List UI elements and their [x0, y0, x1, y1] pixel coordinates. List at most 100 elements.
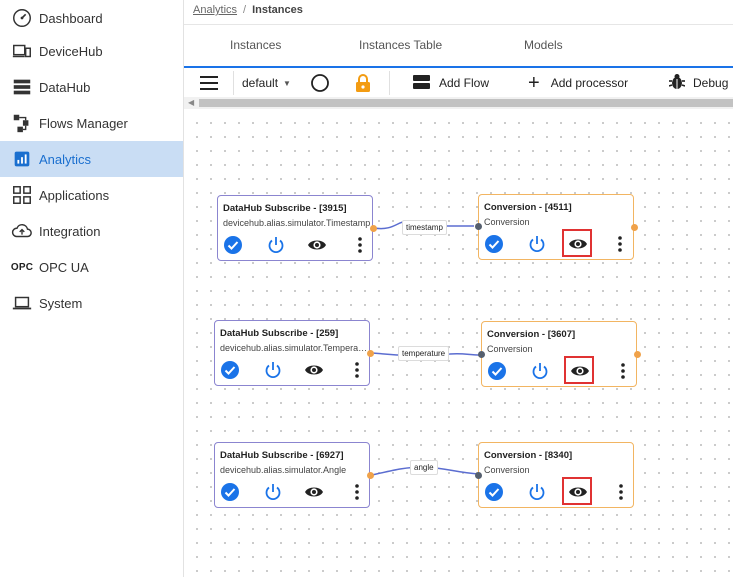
database-icon: [11, 76, 33, 98]
connection-label: temperature: [398, 346, 450, 361]
node-title: DataHub Subscribe - [259]: [220, 328, 339, 339]
sidebar-item-label: Applications: [39, 187, 110, 203]
sidebar-item-dashboard[interactable]: Dashboard: [0, 0, 183, 36]
input-port[interactable]: [478, 351, 485, 358]
more-vert-icon[interactable]: [610, 481, 632, 503]
sidebar: Dashboard DeviceHub DataHub Flows Manage…: [0, 0, 184, 577]
node-subtitle: devicehub.alias.simulator.Angle: [220, 465, 347, 475]
plus-icon: +: [528, 72, 540, 94]
sidebar-item-label: DataHub: [39, 79, 91, 95]
flow-select-value: default: [242, 76, 279, 90]
sidebar-item-label: Integration: [39, 223, 101, 239]
sidebar-item-flows-manager[interactable]: Flows Manager: [0, 105, 183, 141]
eye-icon[interactable]: [303, 481, 325, 503]
debug-button[interactable]: Debug: [668, 68, 728, 98]
bug-icon: [668, 73, 686, 93]
more-vert-icon[interactable]: [346, 359, 368, 381]
check-icon[interactable]: [219, 481, 241, 503]
eye-icon-highlight: [562, 229, 592, 257]
power-icon[interactable]: [262, 359, 284, 381]
sidebar-item-analytics[interactable]: Analytics: [0, 141, 183, 177]
eye-icon[interactable]: [303, 359, 325, 381]
breadcrumb-current: Instances: [252, 4, 303, 16]
sidebar-item-label: Analytics: [39, 151, 92, 167]
sidebar-item-label: DeviceHub: [39, 43, 103, 59]
scroll-left-icon[interactable]: ◀: [188, 98, 194, 107]
node-subtitle: devicehub.alias.simulator.Timestamp: [223, 218, 371, 228]
flow-icon: [11, 112, 33, 134]
node-subtitle: Conversion: [484, 465, 530, 475]
speedometer-icon: [11, 7, 33, 29]
toolbar: default ▼ Add Flow + Add processor Debug: [184, 66, 733, 98]
caret-down-icon: ▼: [283, 78, 291, 88]
node-title: DataHub Subscribe - [6927]: [220, 450, 344, 461]
power-icon[interactable]: [529, 360, 551, 382]
add-flow-button[interactable]: Add Flow: [413, 68, 489, 98]
cloud-upload-icon: [11, 220, 33, 242]
power-icon[interactable]: [262, 481, 284, 503]
sidebar-item-label: Dashboard: [39, 10, 103, 26]
check-icon[interactable]: [483, 233, 505, 255]
eye-icon[interactable]: [306, 234, 328, 256]
power-icon[interactable]: [265, 234, 287, 256]
analytics-icon: [11, 148, 33, 170]
sidebar-item-devicehub[interactable]: DeviceHub: [0, 33, 183, 69]
add-processor-button[interactable]: + Add processor: [528, 68, 628, 98]
main-panel: Analytics / Instances Instances Instances …: [184, 0, 733, 577]
input-port[interactable]: [475, 472, 482, 479]
check-icon[interactable]: [483, 481, 505, 503]
toolbar-divider: [389, 71, 390, 95]
check-icon[interactable]: [219, 359, 241, 381]
more-vert-icon[interactable]: [609, 233, 631, 255]
input-port[interactable]: [475, 223, 482, 230]
scrollbar-thumb[interactable]: [199, 99, 733, 107]
add-flow-label: Add Flow: [439, 76, 490, 90]
devices-icon: [11, 40, 33, 62]
sidebar-item-applications[interactable]: Applications: [0, 177, 183, 213]
output-port[interactable]: [370, 225, 377, 232]
menu-icon[interactable]: [200, 68, 218, 98]
sidebar-item-datahub[interactable]: DataHub: [0, 69, 183, 105]
sidebar-item-label: OPC UA: [39, 259, 89, 275]
node-title: Conversion - [8340]: [484, 450, 573, 461]
power-icon[interactable]: [526, 233, 548, 255]
circle-toggle-icon[interactable]: [310, 68, 330, 98]
node-title: Conversion - [4511]: [484, 202, 572, 213]
lock-icon[interactable]: [355, 68, 371, 98]
datahub-subscribe-node[interactable]: DataHub Subscribe - [6927] devicehub.ali…: [214, 442, 374, 508]
check-icon[interactable]: [222, 234, 244, 256]
power-icon[interactable]: [526, 481, 548, 503]
laptop-icon: [11, 292, 33, 314]
flow-select[interactable]: default ▼: [242, 68, 291, 98]
header-divider: [184, 24, 733, 25]
sidebar-item-integration[interactable]: Integration: [0, 213, 183, 249]
sidebar-item-label: System: [39, 295, 83, 311]
tab-models[interactable]: Models: [524, 38, 563, 52]
horizontal-scrollbar[interactable]: ◀: [184, 97, 733, 109]
connection-label: timestamp: [402, 220, 447, 235]
flow-canvas[interactable]: DataHub Subscribe - [3915] devicehub.ali…: [184, 110, 733, 577]
more-vert-icon[interactable]: [346, 481, 368, 503]
node-title: Conversion - [3607]: [487, 329, 576, 340]
datahub-subscribe-node[interactable]: DataHub Subscribe - [3915] devicehub.ali…: [217, 195, 377, 261]
tab-instances[interactable]: Instances: [230, 38, 281, 52]
conversion-node[interactable]: Conversion - [3607] Conversion: [478, 321, 641, 387]
tab-instances-table[interactable]: Instances Table: [359, 38, 442, 52]
check-icon[interactable]: [486, 360, 508, 382]
more-vert-icon[interactable]: [612, 360, 634, 382]
sidebar-item-system[interactable]: System: [0, 285, 183, 321]
datahub-subscribe-node[interactable]: DataHub Subscribe - [259] devicehub.alia…: [214, 320, 374, 386]
sidebar-item-label: Flows Manager: [39, 115, 128, 131]
sidebar-item-opc-ua[interactable]: OPC OPC UA: [0, 249, 183, 285]
node-subtitle: devicehub.alias.simulator.Temperature: [220, 343, 368, 353]
conversion-node[interactable]: Conversion - [8340] Conversion: [475, 442, 634, 508]
breadcrumb-separator: /: [243, 4, 247, 16]
conversion-node[interactable]: Conversion - [4511] Conversion: [475, 194, 638, 260]
output-port[interactable]: [631, 224, 638, 231]
more-vert-icon[interactable]: [349, 234, 371, 256]
breadcrumb-link-analytics[interactable]: Analytics: [193, 4, 237, 16]
output-port[interactable]: [367, 472, 374, 479]
output-port[interactable]: [367, 350, 374, 357]
node-subtitle: Conversion: [487, 344, 533, 354]
output-port[interactable]: [634, 351, 641, 358]
